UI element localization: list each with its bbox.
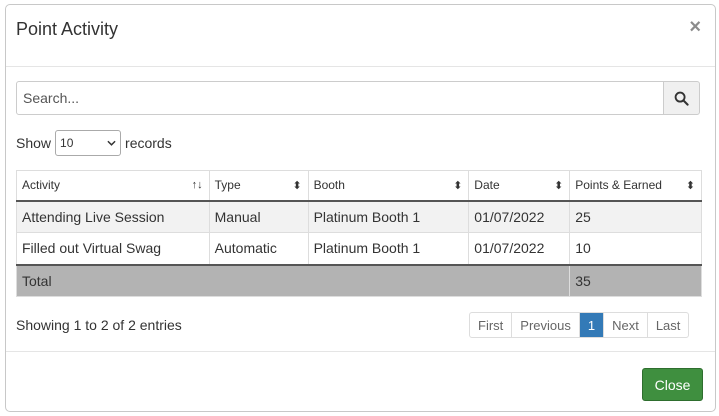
records-per-page-value: 10 (60, 136, 74, 150)
search-group (16, 81, 704, 117)
column-header-points[interactable]: Points & Earned ⬍ (569, 170, 702, 202)
sort-icon: ⬍ (453, 180, 463, 192)
total-value: 35 (569, 263, 702, 297)
pagination-first[interactable]: First (470, 313, 511, 337)
total-label: Total (15, 263, 571, 297)
cell-type: Manual (208, 200, 309, 233)
cell-points: 10 (569, 232, 702, 265)
cell-type: Automatic (208, 232, 309, 265)
total-row: Total 35 (15, 263, 702, 297)
point-activity-modal: Point Activity × Show 10 records (5, 4, 716, 412)
column-header-date[interactable]: Date ⬍ (468, 170, 571, 202)
point-activity-table: Activity ↑↓ Type ⬍ Booth ⬍ Date ⬍ Points… (15, 170, 702, 297)
sort-icon: ⬍ (554, 180, 564, 192)
cell-booth: Platinum Booth 1 (307, 232, 470, 265)
length-suffix: records (125, 135, 172, 151)
sort-icon: ⬍ (292, 180, 302, 192)
modal-header: Point Activity × (6, 5, 715, 67)
length-control: Show 10 records (16, 130, 172, 156)
table-row: Filled out Virtual Swag Automatic Platin… (16, 232, 702, 265)
sort-icon: ⬍ (685, 180, 695, 192)
modal-footer-divider (6, 351, 715, 352)
cell-points: 25 (569, 200, 702, 233)
sort-asc-desc-icon: ↑↓ (191, 179, 203, 191)
chevron-down-icon (107, 140, 116, 146)
records-per-page-select[interactable]: 10 (55, 130, 122, 156)
table-row: Attending Live Session Manual Platinum B… (16, 200, 702, 233)
column-header-booth[interactable]: Booth ⬍ (307, 170, 470, 202)
column-header-activity[interactable]: Activity ↑↓ (16, 170, 210, 202)
modal-title: Point Activity (16, 19, 119, 39)
pagination-next[interactable]: Next (603, 313, 647, 337)
cell-activity: Attending Live Session (16, 200, 210, 233)
close-icon[interactable]: × (689, 17, 701, 37)
pagination-page-1[interactable]: 1 (578, 313, 604, 337)
cell-date: 01/07/2022 (468, 200, 571, 233)
search-icon (674, 91, 689, 106)
pagination: First Previous 1 Next Last (469, 312, 690, 338)
pagination-last[interactable]: Last (646, 313, 689, 337)
cell-date: 01/07/2022 (468, 232, 571, 265)
search-button[interactable] (663, 81, 700, 115)
cell-booth: Platinum Booth 1 (307, 200, 470, 233)
close-button[interactable]: Close (642, 368, 703, 401)
search-input[interactable] (16, 81, 664, 115)
length-prefix: Show (16, 135, 52, 151)
table-header-row: Activity ↑↓ Type ⬍ Booth ⬍ Date ⬍ Points… (16, 170, 702, 202)
pagination-previous[interactable]: Previous (511, 313, 579, 337)
cell-activity: Filled out Virtual Swag (16, 232, 210, 265)
column-header-type[interactable]: Type ⬍ (208, 170, 309, 202)
table-info: Showing 1 to 2 of 2 entries (16, 317, 182, 333)
